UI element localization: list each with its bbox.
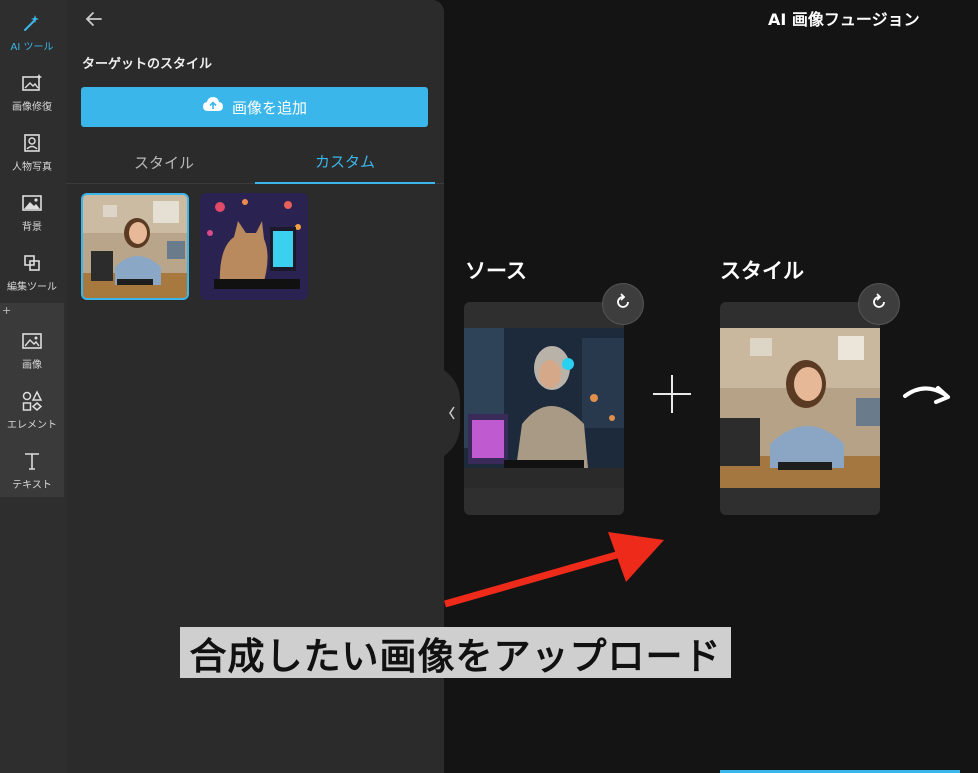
edit-tools-icon <box>21 252 43 274</box>
rail-item-image-repair[interactable]: 画像修復 <box>0 62 64 122</box>
annotation-caption: 合成したい画像をアップロード <box>180 627 731 678</box>
tab-style[interactable]: スタイル <box>74 140 254 184</box>
page-title: AI 画像フュージョン <box>768 10 920 29</box>
style-tabs: スタイル カスタム <box>66 140 444 184</box>
custom-image-cat-computer[interactable] <box>200 193 308 300</box>
magic-wand-icon <box>21 12 43 34</box>
source-image-robot <box>464 328 624 488</box>
app-root: + AI ツール 画像修復 人物写真 背景 編集ツール 画像 エレメント テキス… <box>0 0 978 773</box>
rail-plus-glyph: + <box>2 304 12 317</box>
custom-image-office-woman[interactable] <box>81 193 189 300</box>
rail-item-label: テキスト <box>12 479 52 491</box>
panel-title: ターゲットのスタイル <box>82 57 213 72</box>
reset-source-button[interactable] <box>602 283 644 325</box>
refresh-icon <box>869 292 889 316</box>
rail-item-ai-tools[interactable]: AI ツール <box>0 2 64 62</box>
plus-icon <box>653 375 691 413</box>
rail-item-image[interactable]: 画像 <box>0 320 64 380</box>
rail-item-text[interactable]: テキスト <box>0 440 64 500</box>
curved-arrow-icon <box>902 380 954 408</box>
style-image-office-woman <box>720 328 880 488</box>
collapse-panel-chevron-icon[interactable] <box>444 370 460 456</box>
rail-item-label: AI ツール <box>10 41 54 53</box>
rail-item-label: 編集ツール <box>7 281 57 293</box>
elements-icon <box>21 389 43 412</box>
rail-item-portrait[interactable]: 人物写真 <box>0 122 64 182</box>
portrait-icon <box>21 132 43 154</box>
tab-custom[interactable]: カスタム <box>255 140 435 184</box>
cloud-upload-icon <box>202 96 224 118</box>
source-image-card[interactable] <box>464 302 624 515</box>
rail-item-background[interactable]: 背景 <box>0 182 64 242</box>
image-repair-icon <box>21 72 43 94</box>
left-rail: + AI ツール 画像修復 人物写真 背景 編集ツール 画像 エレメント テキス… <box>0 0 66 773</box>
rail-item-label: 画像修復 <box>12 101 52 113</box>
back-arrow-icon[interactable] <box>84 9 104 29</box>
add-image-label: 画像を追加 <box>231 98 307 117</box>
text-icon <box>21 450 43 472</box>
background-icon <box>21 192 43 214</box>
source-label: ソース <box>465 259 527 283</box>
rail-item-edit-tools[interactable]: 編集ツール <box>0 242 64 302</box>
annotation-arrow-icon <box>444 532 664 608</box>
rail-item-elements[interactable]: エレメント <box>0 380 64 440</box>
rail-item-label: 画像 <box>22 359 42 371</box>
refresh-icon <box>613 292 633 316</box>
style-label: スタイル <box>720 259 804 283</box>
image-icon <box>21 330 43 352</box>
rail-item-label: エレメント <box>7 419 57 431</box>
rail-item-label: 背景 <box>22 221 42 233</box>
rail-item-label: 人物写真 <box>12 161 52 173</box>
add-image-button[interactable]: 画像を追加 <box>81 87 428 127</box>
style-image-card[interactable] <box>720 302 880 515</box>
reset-style-button[interactable] <box>858 283 900 325</box>
